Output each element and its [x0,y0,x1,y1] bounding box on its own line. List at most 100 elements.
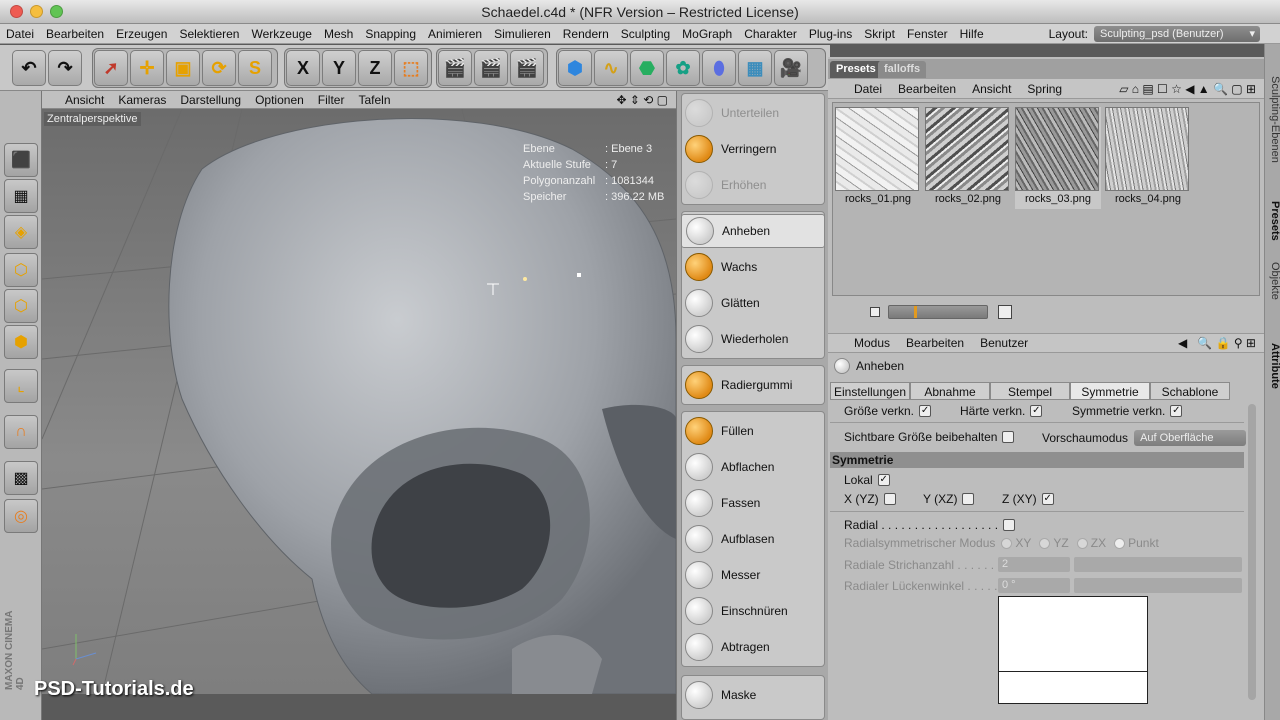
brush-unterteilen[interactable]: Unterteilen [681,96,825,130]
attr-menu-bearbeiten[interactable]: Bearbeiten [898,336,972,350]
lokal-checkbox[interactable]: ✓ [877,474,890,486]
radial-gap-slider[interactable] [1074,578,1242,593]
brush-maske[interactable]: Maske [681,678,825,712]
snap-button[interactable]: ∩ [4,415,38,449]
menu-bearbeiten[interactable]: Bearbeiten [40,27,110,41]
falloff-curve-graph[interactable] [998,596,1148,704]
thumbnail-size-slider[interactable] [888,305,988,319]
menu-skript[interactable]: Skript [858,27,901,41]
subdivision-button[interactable]: ⬣ [630,50,664,86]
tab-stempel[interactable]: Stempel [990,382,1070,400]
vorschaumodus-select[interactable]: Auf Oberfläche [1134,430,1247,446]
tab-presets[interactable]: Presets [830,61,882,78]
edges-mode-button[interactable]: ⬡ [4,289,38,323]
tab-symmetrie[interactable]: Symmetrie [1070,382,1150,400]
sidetab-attribute[interactable]: Attribute [1265,336,1280,396]
menu-rendern[interactable]: Rendern [557,27,615,41]
brush-verringern[interactable]: Verringern [681,132,825,166]
cube-button[interactable]: ⬢ [558,50,592,86]
brush-radiergummi[interactable]: Radiergummi [681,368,825,402]
close-window-button[interactable] [10,5,23,18]
attr-menu-modus[interactable]: Modus [846,336,898,350]
viewport-menu-darstellung[interactable]: Darstellung [173,93,248,107]
menu-animieren[interactable]: Animieren [422,27,488,41]
presets-toolbar-icons[interactable]: ▱ ⌂ ▤ ☐ ☆ ◀ ▲ 🔍 ▢ ⊞ [1119,82,1264,96]
menu-mesh[interactable]: Mesh [318,27,359,41]
tab-schablone[interactable]: Schablone [1150,382,1230,400]
rotate-tool-button[interactable]: ⟳ [202,50,236,86]
y-xz-checkbox[interactable] [962,493,975,505]
preset-thumb-2[interactable]: rocks_02.png [925,107,1011,209]
menu-fenster[interactable]: Fenster [901,27,954,41]
brush-fassen[interactable]: Fassen [681,486,825,520]
radial-checkbox[interactable] [1003,519,1015,531]
sidetab-presets[interactable]: Presets [1265,194,1280,248]
radial-gap-field[interactable]: 0 ° [998,578,1070,593]
tab-falloffs[interactable]: falloffs [878,61,927,78]
sidetab-sculpting-ebenen[interactable]: Sculpting-Ebenen [1265,54,1280,184]
presets-menu-datei[interactable]: Datei [846,82,890,96]
scale-tool-button[interactable]: ▣ [166,50,200,86]
x-yz-checkbox[interactable] [883,493,896,505]
viewport-nav-icons[interactable]: ✥ ⇕ ⟲ ▢ [616,93,676,107]
minimize-window-button[interactable] [30,5,43,18]
brush-glaetten[interactable]: Glätten [681,286,825,320]
menu-plugins[interactable]: Plug-ins [803,27,858,41]
menu-sculpting[interactable]: Sculpting [615,27,676,41]
locked-workplane-button[interactable]: ▩ [4,461,38,495]
symmetrie-section-header[interactable]: Symmetrie [830,452,1244,468]
viewport-menu-kameras[interactable]: Kameras [111,93,173,107]
radio-punkt[interactable] [1114,537,1126,549]
sidetab-objekte[interactable]: Objekte [1265,254,1280,308]
texture-mode-button[interactable]: ▦ [4,179,38,213]
render-settings-button[interactable]: 🎬 [510,50,544,86]
brush-wachs[interactable]: Wachs [681,250,825,284]
render-picture-viewer-button[interactable]: 🎬 [474,50,508,86]
large-thumb-icon[interactable] [998,305,1012,319]
attr-menu-benutzer[interactable]: Benutzer [972,336,1036,350]
menu-simulieren[interactable]: Simulieren [488,27,557,41]
camera-button[interactable]: 🎥 [774,50,808,86]
viewport-menu-ansicht[interactable]: Ansicht [58,93,111,107]
workplane-button[interactable]: ◈ [4,215,38,249]
slider-handle[interactable] [914,306,917,318]
z-axis-button[interactable]: Z [358,50,392,86]
symmetrie-verkn-checkbox[interactable]: ✓ [1170,405,1183,417]
layout-select[interactable]: Sculpting_psd (Benutzer) [1094,25,1260,42]
model-mode-button[interactable]: ⬛ [4,143,38,177]
spline-button[interactable]: ∿ [594,50,628,86]
brush-abtragen[interactable]: Abtragen [681,630,825,664]
menu-selektieren[interactable]: Selektieren [173,27,245,41]
tab-einstellungen[interactable]: Einstellungen [830,382,910,400]
x-axis-button[interactable]: X [286,50,320,86]
small-thumb-icon[interactable] [870,307,880,317]
scene-button[interactable]: ▦ [738,50,772,86]
menu-datei[interactable]: Datei [0,27,40,41]
menu-werkzeuge[interactable]: Werkzeuge [245,27,317,41]
brush-fuellen[interactable]: Füllen [681,414,825,448]
viewport-menu-optionen[interactable]: Optionen [248,93,311,107]
attr-toolbar-icons[interactable]: ◀ 🔍 🔒 ⚲ ⊞ [1178,336,1264,350]
zoom-window-button[interactable] [50,5,63,18]
preset-thumb-4[interactable]: rocks_04.png [1105,107,1191,209]
radial-count-slider[interactable] [1074,557,1242,572]
preset-thumb-3[interactable]: rocks_03.png [1015,107,1101,209]
points-mode-button[interactable]: ⬡ [4,253,38,287]
tab-abnahme[interactable]: Abnahme [910,382,990,400]
brush-messer[interactable]: Messer [681,558,825,592]
brush-einschnueren[interactable]: Einschnüren [681,594,825,628]
move-tool-button[interactable]: ✛ [130,50,164,86]
brush-erhoehen[interactable]: Erhöhen [681,168,825,202]
brush-anheben[interactable]: Anheben [681,214,825,248]
presets-menu-spring[interactable]: Spring [1019,82,1070,96]
radio-zx[interactable] [1076,537,1088,549]
coordinate-system-button[interactable]: ⬚ [394,50,428,86]
viewport-menu-filter[interactable]: Filter [311,93,352,107]
preset-thumb-1[interactable]: rocks_01.png [835,107,921,209]
menu-mograph[interactable]: MoGraph [676,27,738,41]
undo-button[interactable]: ↶ [12,50,46,86]
sichtbare-groesse-checkbox[interactable] [1002,431,1015,443]
brush-abflachen[interactable]: Abflachen [681,450,825,484]
haerte-verkn-checkbox[interactable]: ✓ [1030,405,1043,417]
radial-count-field[interactable]: 2 [998,557,1070,572]
